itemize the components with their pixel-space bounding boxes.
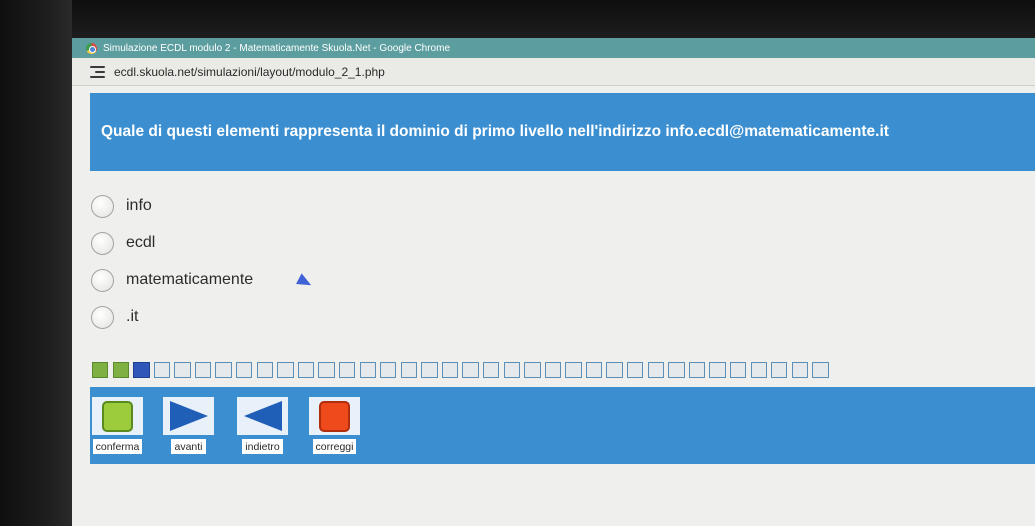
question-text: Quale di questi elementi rappresenta il … — [101, 123, 889, 140]
url-text[interactable]: ecdl.skuola.net/simulazioni/layout/modul… — [114, 65, 385, 79]
forward-icon-box[interactable] — [163, 397, 214, 435]
progress-cell[interactable] — [791, 362, 809, 378]
progress-cell[interactable] — [215, 362, 232, 378]
correct-button[interactable]: correggi — [309, 387, 360, 454]
progress-cell[interactable] — [565, 362, 582, 378]
option-label: .it — [126, 308, 139, 325]
progress-cell[interactable] — [812, 362, 829, 378]
browser-window: Simulazione ECDL modulo 2 - Matematicame… — [72, 38, 1035, 526]
green-square-icon — [102, 400, 133, 432]
window-title: Simulazione ECDL modulo 2 - Matematicame… — [103, 42, 451, 54]
chrome-logo-icon — [86, 42, 97, 54]
question-progress-bar — [92, 362, 829, 378]
radio-button[interactable] — [91, 305, 114, 329]
option-label: matematicamente — [126, 271, 254, 288]
progress-cell[interactable] — [297, 362, 315, 378]
progress-cell[interactable] — [729, 362, 747, 378]
progress-cell[interactable] — [256, 362, 274, 378]
device-bezel-left — [0, 0, 72, 526]
progress-cell[interactable] — [462, 362, 479, 378]
confirm-label: conferma — [92, 439, 143, 454]
progress-cell[interactable] — [133, 362, 150, 378]
navigation-toolbar: conferma avanti indietro correggi — [90, 387, 1035, 464]
progress-cell[interactable] — [380, 362, 397, 378]
progress-cell[interactable] — [750, 362, 767, 378]
progress-cell[interactable] — [524, 362, 541, 378]
progress-cell[interactable] — [92, 362, 109, 378]
progress-cell[interactable] — [277, 362, 294, 378]
address-bar[interactable]: ecdl.skuola.net/simulazioni/layout/modul… — [72, 58, 1035, 86]
option-it[interactable]: .it — [91, 303, 138, 331]
option-info[interactable]: info — [91, 192, 152, 220]
progress-cell[interactable] — [482, 362, 500, 378]
option-ecdl[interactable]: ecdl — [91, 229, 155, 257]
confirm-button[interactable]: conferma — [92, 387, 143, 454]
progress-cell[interactable] — [400, 362, 418, 378]
play-left-icon — [243, 401, 282, 431]
progress-cell[interactable] — [174, 362, 191, 378]
progress-cell[interactable] — [544, 362, 562, 378]
red-square-icon — [319, 400, 350, 432]
progress-cell[interactable] — [236, 362, 253, 378]
option-label: ecdl — [126, 234, 156, 251]
progress-cell[interactable] — [153, 362, 171, 378]
radio-button[interactable] — [91, 268, 114, 292]
forward-button[interactable]: avanti — [163, 387, 214, 454]
progress-cell[interactable] — [194, 362, 212, 378]
radio-button[interactable] — [91, 231, 114, 255]
confirm-icon-box[interactable] — [92, 397, 143, 435]
progress-cell[interactable] — [421, 362, 438, 378]
back-button[interactable]: indietro — [237, 387, 288, 454]
option-matematicamente[interactable]: matematicamente — [91, 266, 253, 294]
window-titlebar[interactable]: Simulazione ECDL modulo 2 - Matematicame… — [72, 38, 1035, 58]
progress-cell[interactable] — [441, 362, 459, 378]
progress-cell[interactable] — [771, 362, 788, 378]
play-right-icon — [169, 401, 208, 431]
device-bezel-top — [0, 0, 1035, 40]
progress-cell[interactable] — [668, 362, 685, 378]
correct-label: correggi — [312, 439, 357, 454]
option-label: info — [126, 197, 152, 214]
progress-cell[interactable] — [503, 362, 520, 378]
progress-cell[interactable] — [338, 362, 356, 378]
radio-button[interactable] — [91, 194, 114, 218]
back-icon-box[interactable] — [237, 397, 288, 435]
mouse-cursor-icon — [296, 273, 314, 291]
back-label: indietro — [242, 439, 283, 454]
progress-cell[interactable] — [359, 362, 376, 378]
progress-cell[interactable] — [688, 362, 706, 378]
progress-cell[interactable] — [112, 362, 129, 378]
question-banner: Quale di questi elementi rappresenta il … — [90, 93, 1035, 171]
progress-cell[interactable] — [709, 362, 726, 378]
site-info-icon[interactable] — [90, 65, 105, 78]
progress-cell[interactable] — [585, 362, 603, 378]
progress-cell[interactable] — [318, 362, 335, 378]
progress-cell[interactable] — [647, 362, 664, 378]
correct-icon-box[interactable] — [309, 397, 360, 435]
forward-label: avanti — [171, 439, 206, 454]
progress-cell[interactable] — [627, 362, 644, 378]
progress-cell[interactable] — [606, 362, 623, 378]
